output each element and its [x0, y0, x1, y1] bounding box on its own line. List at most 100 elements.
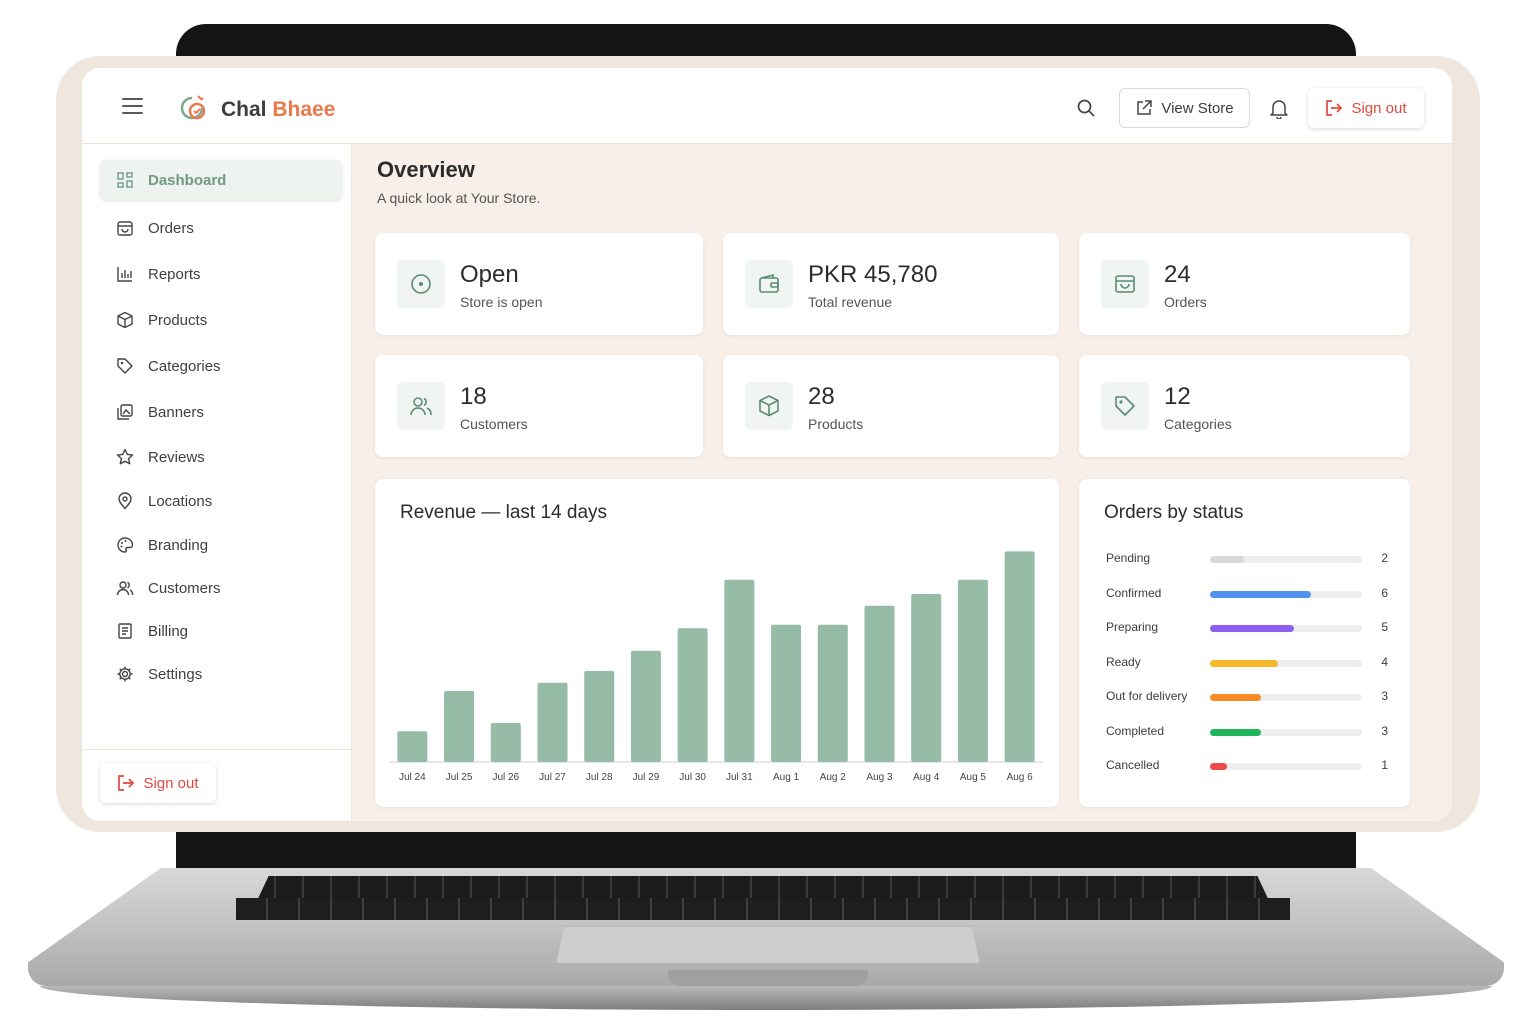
menu-icon[interactable] — [122, 98, 143, 114]
status-row: Pending 2 — [1106, 549, 1388, 569]
laptop-base — [40, 986, 1492, 1010]
stat-card-revenue[interactable]: PKR 45,780 Total revenue — [723, 233, 1059, 335]
x-tick-label: Jul 29 — [633, 772, 660, 783]
top-sign-out-button[interactable]: Sign out — [1308, 88, 1424, 128]
status-bar-fill — [1210, 590, 1312, 598]
status-bar-fill — [1210, 625, 1295, 632]
status-count: 2 — [1381, 551, 1388, 565]
brand-second: Bhaee — [272, 98, 336, 121]
view-store-label: View Store — [1161, 99, 1234, 117]
status-row: Cancelled 1 — [1106, 756, 1388, 776]
app-screen: Chal Bhaee View Store Sign out Dashboard… — [82, 68, 1452, 821]
stat-label: Total revenue — [808, 294, 893, 310]
revenue-bar[interactable] — [677, 628, 708, 762]
status-name: Cancelled — [1106, 758, 1160, 772]
status-bar-fill — [1210, 728, 1261, 736]
revenue-bar[interactable] — [724, 579, 755, 762]
sidebar-item-label: Categories — [148, 357, 221, 375]
sidebar-item-customers[interactable]: Customers — [100, 568, 342, 608]
status-bar-track — [1210, 694, 1362, 701]
revenue-bar[interactable] — [771, 624, 802, 762]
stat-label: Orders — [1164, 294, 1207, 310]
status-row: Completed 3 — [1106, 722, 1388, 742]
grid-icon — [117, 172, 133, 188]
revenue-bar[interactable] — [957, 579, 988, 762]
sidebar-item-reports[interactable]: Reports — [100, 254, 342, 294]
bell-icon[interactable] — [1268, 97, 1290, 119]
sidebar-item-label: Reports — [148, 265, 201, 283]
x-tick-label: Jul 28 — [586, 772, 613, 783]
users-icon — [397, 382, 445, 430]
brand-name: Chal Bhaee — [221, 98, 335, 122]
status-name: Ready — [1106, 654, 1141, 669]
sidebar-item-label: Orders — [148, 219, 194, 237]
sidebar-item-reviews[interactable]: Reviews — [100, 437, 342, 477]
revenue-bar[interactable] — [630, 650, 661, 762]
star-icon — [116, 448, 134, 465]
revenue-bar[interactable] — [444, 691, 475, 762]
stat-card-orders[interactable]: 24 Orders — [1079, 233, 1410, 335]
stat-card-store-status[interactable]: Open Store is open — [375, 233, 703, 335]
status-bar-fill — [1210, 763, 1227, 770]
x-tick-label: Aug 6 — [1007, 772, 1034, 783]
status-count: 3 — [1381, 723, 1388, 738]
page-subtitle: A quick look at Your Store. — [377, 190, 541, 206]
stat-card-products[interactable]: 28 Products — [723, 355, 1059, 457]
revenue-bar[interactable] — [584, 670, 615, 762]
wallet-icon — [745, 260, 793, 308]
laptop-keyboard-row — [236, 898, 1290, 920]
search-icon[interactable] — [1076, 98, 1096, 118]
revenue-bar[interactable] — [911, 593, 942, 762]
sidebar: Dashboard Orders Reports Products Catego… — [82, 144, 352, 821]
status-bar-track — [1210, 590, 1362, 598]
tag-icon — [1101, 382, 1149, 430]
sidebar-item-branding[interactable]: Branding — [100, 525, 342, 565]
store-status-icon — [397, 260, 445, 308]
revenue-bar[interactable] — [537, 682, 568, 762]
orders-status-panel: Orders by status Pending 2 Confirmed 6 Prepa… — [1079, 479, 1410, 807]
bar-chart-icon — [117, 267, 132, 282]
status-row: Preparing 5 — [1106, 618, 1388, 638]
sidebar-item-billing[interactable]: Billing — [100, 611, 342, 651]
status-bar-track — [1210, 625, 1362, 632]
x-tick-label: Aug 3 — [866, 772, 893, 783]
revenue-bar[interactable] — [397, 731, 428, 762]
sidebar-item-orders[interactable]: Orders — [100, 208, 342, 248]
x-tick-label: Jul 30 — [679, 772, 706, 783]
stat-label: Products — [808, 416, 864, 432]
orders-status-title: Orders by status — [1104, 502, 1244, 523]
sign-out-icon — [118, 775, 135, 791]
sidebar-item-locations[interactable]: Locations — [100, 481, 342, 521]
x-tick-label: Aug 2 — [820, 772, 847, 783]
sidebar-item-label: Billing — [148, 622, 189, 640]
x-tick-label: Aug 5 — [960, 772, 987, 783]
view-store-button[interactable]: View Store — [1119, 88, 1250, 128]
sidebar-item-settings[interactable]: Settings — [100, 654, 342, 694]
sidebar-item-banners[interactable]: Banners — [100, 392, 342, 432]
revenue-bar[interactable] — [817, 624, 848, 762]
status-count: 3 — [1381, 689, 1388, 703]
sidebar-item-label: Dashboard — [148, 171, 227, 189]
sidebar-item-dashboard[interactable]: Dashboard — [100, 160, 342, 200]
status-count: 5 — [1381, 620, 1388, 634]
sidebar-item-products[interactable]: Products — [100, 300, 342, 340]
sidebar-item-categories[interactable]: Categories — [100, 346, 342, 386]
revenue-bar[interactable] — [864, 605, 895, 762]
sidebar-item-label: Customers — [148, 579, 221, 597]
sign-out-icon — [1326, 100, 1343, 116]
sidebar-divider — [82, 749, 352, 750]
revenue-bar[interactable] — [1004, 551, 1035, 762]
stat-value: 28 — [808, 383, 835, 410]
stat-card-categories[interactable]: 12 Categories — [1079, 355, 1410, 457]
status-name: Out for delivery — [1106, 689, 1188, 703]
laptop-trackpad — [556, 926, 980, 964]
revenue-bar[interactable] — [490, 722, 521, 762]
top-bar: Chal Bhaee View Store Sign out — [82, 68, 1452, 144]
external-link-icon — [1137, 100, 1153, 115]
x-tick-label: Aug 4 — [913, 772, 940, 783]
stat-value: 18 — [460, 383, 487, 410]
stat-card-customers[interactable]: 18 Customers — [375, 355, 703, 457]
stat-label: Categories — [1164, 416, 1232, 432]
sidebar-sign-out-button[interactable]: Sign out — [100, 763, 216, 803]
status-bar-track — [1210, 728, 1362, 736]
